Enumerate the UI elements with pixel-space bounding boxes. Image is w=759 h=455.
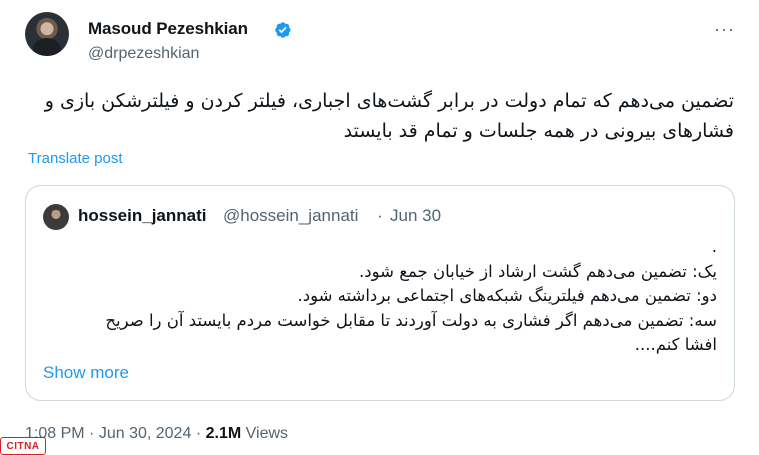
views-count: 2.1M	[205, 425, 242, 442]
more-options-icon[interactable]: ···	[714, 19, 736, 39]
quoted-author-handle[interactable]: @hossein_jannati	[223, 206, 358, 226]
tweet-text: تضمین می‌دهم که تمام دولت در برابر گشت‌ه…	[44, 90, 734, 142]
quoted-line: سه: تضمین می‌دهم اگر فشاری به دولت آوردن…	[105, 310, 717, 330]
author-name[interactable]: Masoud Pezeshkian	[88, 19, 248, 39]
author-handle[interactable]: @drpezeshkian	[88, 45, 199, 63]
tweet-meta: 1:08 PM · Jun 30, 2024 · 2.1M Views	[25, 425, 288, 443]
views-label: Views	[245, 425, 289, 442]
quoted-line: .	[711, 237, 717, 256]
translate-post-link[interactable]: Translate post	[28, 150, 123, 167]
quoted-body: . یک: تضمین می‌دهم گشت ارشاد از خیابان ج…	[37, 235, 717, 358]
quoted-tweet-card[interactable]: hossein_jannati @hossein_jannati · Jun 3…	[25, 185, 735, 401]
author-avatar[interactable]	[25, 12, 69, 56]
meta-dot: ·	[89, 425, 95, 442]
verified-badge-icon	[275, 22, 291, 38]
quoted-date[interactable]: Jun 30	[390, 206, 441, 226]
meta-dot: ·	[195, 425, 202, 442]
site-watermark-logo: CITNA	[0, 437, 46, 455]
quoted-avatar[interactable]	[43, 204, 69, 230]
show-more-link[interactable]: Show more	[43, 363, 129, 383]
quoted-line: افشا کنم....	[634, 335, 717, 354]
post-date[interactable]: Jun 30, 2024	[99, 425, 192, 442]
quoted-line: یک: تضمین می‌دهم گشت ارشاد از خیابان جمع…	[359, 261, 717, 281]
quoted-line: دو: تضمین می‌دهم فیلترینگ شبکه‌های اجتما…	[297, 286, 718, 305]
quoted-separator: ·	[377, 206, 383, 225]
quoted-author-name[interactable]: hossein_jannati	[78, 206, 206, 226]
